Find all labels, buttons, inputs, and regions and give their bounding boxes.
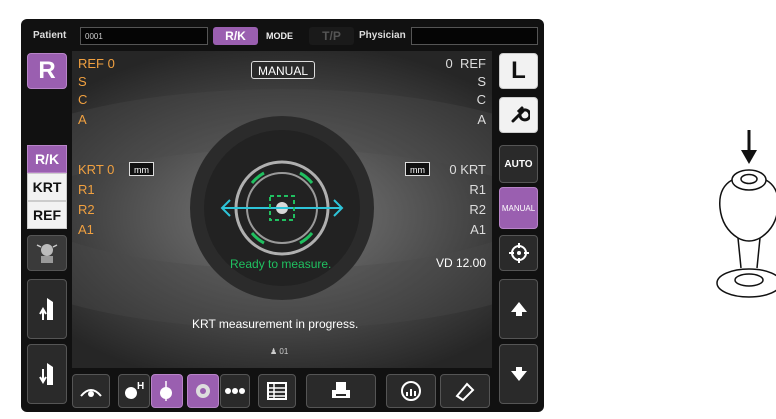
ring-image-icon[interactable] — [187, 374, 219, 408]
mode-label: MODE — [266, 31, 293, 41]
wrench-icon[interactable] — [499, 97, 538, 133]
arrow-down-icon[interactable] — [499, 344, 538, 404]
auto-button[interactable]: AUTO — [499, 145, 538, 183]
krt-right-title: 0 KRT — [449, 162, 486, 177]
side-mode-rk[interactable]: R/K — [27, 145, 67, 173]
joystick-illustration — [712, 128, 776, 303]
physician-field[interactable] — [411, 27, 538, 45]
ref-right-title: 0 REF — [445, 56, 486, 71]
side-mode-ref[interactable]: REF — [27, 201, 67, 229]
krt-right-a1: A1 — [470, 222, 486, 237]
ring-chart-icon[interactable] — [386, 374, 436, 408]
krt-left-unit[interactable]: mm — [129, 162, 154, 176]
side-mode-krt[interactable]: KRT — [27, 173, 67, 201]
ready-status: Ready to measure. — [230, 257, 332, 271]
ref-right-a: A — [477, 112, 486, 127]
ref-right-s: S — [477, 74, 486, 89]
eye-tracking-icon[interactable] — [72, 374, 110, 408]
ref-right-c: C — [476, 92, 486, 107]
krt-right-r2: R2 — [469, 202, 486, 217]
mode-tp-button[interactable]: T/P — [309, 27, 354, 45]
svg-text:H: H — [137, 381, 144, 392]
print-icon[interactable] — [306, 374, 376, 408]
krt-right-unit[interactable]: mm — [405, 162, 430, 176]
manual-button[interactable]: MANUAL — [499, 187, 538, 229]
progress-status: KRT measurement in progress. — [192, 317, 359, 331]
chin-up-icon[interactable] — [27, 279, 67, 339]
data-table-icon[interactable] — [258, 374, 296, 408]
physician-label: Physician — [359, 30, 406, 41]
arrow-up-icon[interactable] — [499, 279, 538, 339]
left-eye-badge[interactable]: L — [499, 53, 538, 89]
right-eye-badge[interactable]: R — [27, 53, 67, 89]
krt-mode-h-icon[interactable]: H — [118, 374, 150, 408]
chin-down-icon[interactable] — [27, 344, 67, 404]
manual-mode-badge: MANUAL — [251, 61, 315, 79]
krt-mode-v-icon[interactable] — [151, 374, 183, 408]
krt-left-title: KRT 0 — [78, 162, 115, 177]
face-icon[interactable] — [27, 235, 67, 271]
ref-left-c: C — [78, 92, 88, 107]
patient-id-field[interactable]: 0001 — [80, 27, 208, 45]
krt-left-a1: A1 — [78, 222, 94, 237]
eraser-icon[interactable] — [440, 374, 490, 408]
ref-left-title: REF 0 — [78, 56, 115, 71]
person-icon: ♟ — [270, 347, 278, 356]
krt-right-r1: R1 — [469, 182, 486, 197]
target-icon[interactable] — [499, 235, 538, 271]
krt-left-r2: R2 — [78, 202, 95, 217]
mode-rk-button[interactable]: R/K — [213, 27, 258, 45]
vertex-distance: VD 12.00 — [435, 256, 486, 270]
measurement-count: ♟ 01 — [270, 347, 289, 356]
ref-left-a: A — [78, 112, 87, 127]
krt-left-r1: R1 — [78, 182, 95, 197]
dots-icon[interactable] — [220, 374, 250, 408]
ref-left-s: S — [78, 74, 87, 89]
top-bar: Patient 0001 R/K MODE T/P Physician — [27, 25, 538, 47]
patient-label: Patient — [33, 30, 67, 41]
